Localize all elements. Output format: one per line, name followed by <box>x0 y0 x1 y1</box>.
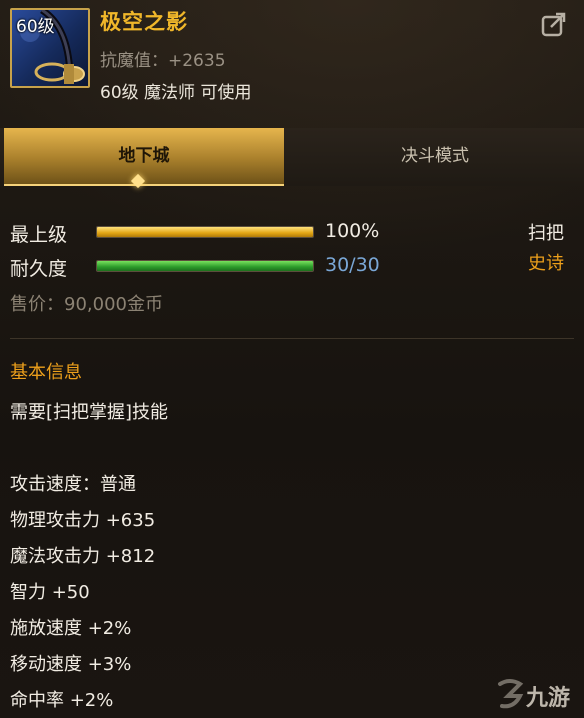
share-icon[interactable] <box>540 10 568 38</box>
grade-label: 最上级 <box>10 224 68 246</box>
durability-label: 耐久度 <box>10 258 68 280</box>
skill-requirement: 需要[扫把掌握]技能 <box>10 402 169 423</box>
sell-price: 售价：90,000金币 <box>10 294 163 315</box>
watermark-text: 九游 <box>526 686 571 711</box>
tab-pvp[interactable]: 决斗模式 <box>290 128 580 184</box>
item-level-badge: 60级 <box>16 17 55 37</box>
item-icon: 60级 <box>10 8 90 88</box>
tab-dungeon[interactable]: 地下城 <box>4 128 284 186</box>
usage-requirement: 60级 魔法师 可使用 <box>100 83 252 103</box>
item-name: 极空之影 <box>100 10 188 34</box>
stat-attack-speed: 攻击速度：普通 <box>10 474 136 495</box>
stat-move-speed: 移动速度 +3% <box>10 654 132 675</box>
section-divider <box>10 338 574 339</box>
weapon-type: 扫把 <box>528 223 564 244</box>
stat-physical-attack: 物理攻击力 +635 <box>10 510 156 531</box>
grade-value: 100% <box>325 220 380 242</box>
stat-cast-speed: 施放速度 +2% <box>10 618 132 639</box>
stat-magic-attack: 魔法攻击力 +812 <box>10 546 156 567</box>
magic-resist-stat: 抗魔值：+2635 <box>100 51 226 71</box>
mode-tabs: 地下城 决斗模式 <box>0 128 584 186</box>
durability-bar-fill <box>97 261 313 271</box>
grade-bar <box>96 226 314 238</box>
basic-info-title: 基本信息 <box>10 362 82 383</box>
durability-bar <box>96 260 314 272</box>
item-header: 60级 极空之影 抗魔值：+2635 60级 魔法师 可使用 <box>0 0 584 112</box>
rarity-label: 史诗 <box>528 253 564 274</box>
stat-intelligence: 智力 +50 <box>10 582 90 603</box>
stat-hit-rate: 命中率 +2% <box>10 690 114 711</box>
durability-value: 30/30 <box>325 254 380 276</box>
grade-bar-fill <box>97 227 313 237</box>
